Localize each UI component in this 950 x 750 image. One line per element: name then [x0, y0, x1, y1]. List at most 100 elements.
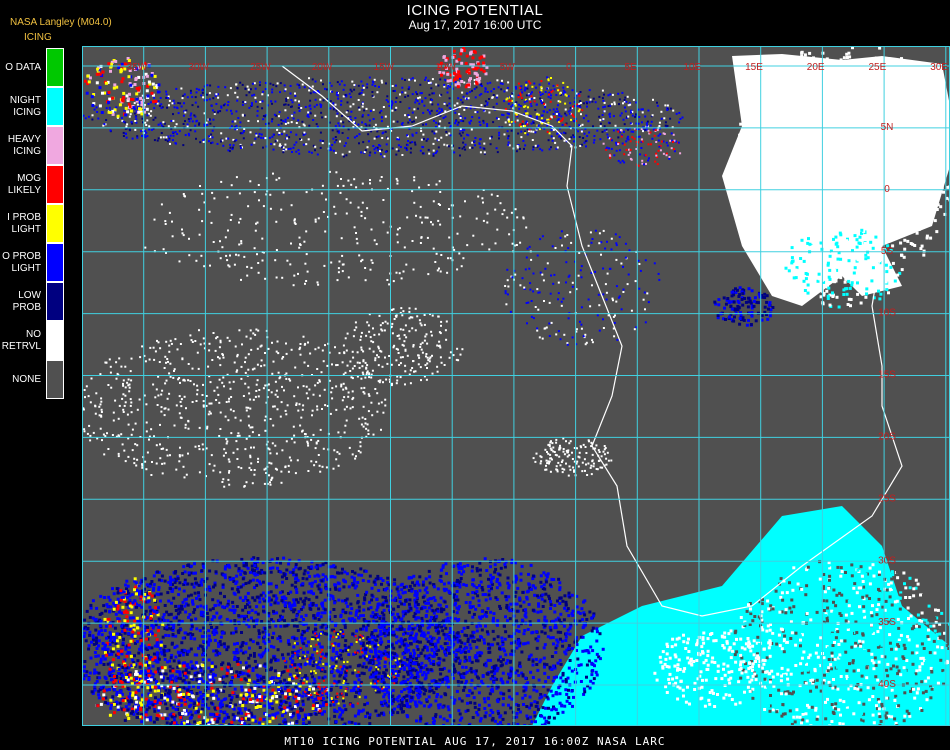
- cloud-pixel: [364, 651, 368, 655]
- cloud-pixel: [357, 616, 361, 620]
- legend-label-line: NO: [26, 328, 41, 340]
- cloud-pixel: [324, 587, 328, 591]
- cloud-pixel: [915, 231, 919, 235]
- cloud-pixel: [933, 629, 937, 633]
- cloud-pixel: [861, 146, 865, 150]
- cloud-pixel: [830, 596, 834, 600]
- cloud-pixel: [315, 595, 319, 599]
- cloud-pixel: [793, 79, 797, 83]
- cloud-pixel: [902, 643, 906, 647]
- cloud-pixel: [233, 651, 237, 655]
- cloud-pixel: [887, 582, 891, 586]
- cloud-pixel: [104, 609, 108, 613]
- cloud-pixel: [845, 674, 849, 678]
- cloud-pixel: [256, 612, 260, 616]
- cloud-pixel: [462, 626, 466, 630]
- cloud-pixel: [777, 633, 781, 637]
- cloud-pixel: [917, 211, 921, 215]
- cloud-pixel: [191, 633, 195, 637]
- cloud-pixel: [170, 601, 173, 605]
- cloud-pixel: [887, 74, 891, 78]
- cloud-pixel: [507, 703, 510, 707]
- cloud-pixel: [850, 574, 854, 578]
- cloud-pixel: [781, 223, 785, 227]
- cloud-pixel: [267, 702, 271, 706]
- cloud-pixel: [862, 702, 866, 706]
- cloud-pixel: [784, 692, 788, 696]
- cloud-pixel: [172, 616, 176, 620]
- cloud-pixel: [836, 107, 840, 111]
- cloud-pixel: [787, 161, 791, 165]
- cloud-pixel: [767, 307, 770, 311]
- cloud-pixel: [241, 641, 245, 644]
- cloud-pixel: [754, 660, 757, 663]
- legend-label: NO RETRVL: [0, 321, 41, 360]
- cloud-pixel: [480, 679, 484, 683]
- cloud-pixel: [181, 679, 185, 683]
- cloud-pixel: [915, 203, 919, 207]
- cloud-pixel: [859, 183, 863, 187]
- cloud-pixel: [319, 645, 323, 649]
- cloud-pixel: [930, 215, 934, 218]
- cloud-pixel: [722, 296, 726, 300]
- cloud-pixel: [313, 647, 316, 651]
- cloud-pixel: [912, 229, 916, 233]
- cloud-pixel: [95, 606, 99, 610]
- cloud-pixel: [867, 83, 871, 87]
- cloud-pixel: [780, 142, 784, 146]
- cloud-pixel: [795, 281, 799, 284]
- cloud-pixel: [379, 629, 383, 633]
- cloud-pixel: [870, 623, 873, 627]
- cloud-pixel: [899, 633, 903, 637]
- cloud-pixel: [869, 240, 873, 244]
- cloud-pixel: [810, 256, 814, 260]
- cloud-pixel: [870, 652, 874, 656]
- cloud-pixel: [218, 652, 222, 655]
- cloud-pixel: [852, 600, 856, 604]
- cloud-pixel: [842, 700, 846, 704]
- cloud-pixel: [904, 586, 908, 590]
- cloud-pixel: [165, 649, 169, 653]
- cloud-pixel: [231, 605, 235, 609]
- cloud-pixel: [902, 666, 906, 670]
- cloud-pixel: [295, 642, 299, 646]
- cloud-pixel: [733, 631, 737, 635]
- cloud-pixel: [768, 99, 772, 103]
- cloud-pixel: [799, 638, 802, 642]
- cloud-pixel: [783, 111, 787, 115]
- cloud-pixel: [761, 658, 765, 662]
- cloud-pixel: [701, 650, 704, 654]
- cloud-pixel: [840, 165, 844, 169]
- cloud-pixel: [321, 573, 325, 577]
- cloud-pixel: [826, 619, 829, 623]
- cloud-pixel: [113, 626, 117, 630]
- cloud-pixel: [521, 696, 525, 700]
- cloud-pixel: [344, 708, 348, 712]
- cloud-pixel: [118, 701, 122, 705]
- legend-swatch: [46, 87, 64, 126]
- cloud-pixel: [312, 614, 316, 618]
- cloud-pixel: [253, 659, 257, 663]
- cloud-pixel: [762, 194, 766, 198]
- cloud-pixel: [95, 647, 99, 650]
- cloud-pixel: [871, 266, 875, 270]
- cloud-pixel: [678, 686, 682, 690]
- cloud-pixel: [923, 152, 927, 156]
- cloud-pixel: [827, 666, 831, 670]
- cloud-pixel: [250, 557, 254, 561]
- cloud-pixel: [778, 610, 782, 614]
- cloud-pixel: [329, 594, 333, 598]
- cloud-pixel: [788, 709, 792, 713]
- cloud-pixel: [161, 615, 165, 619]
- cloud-pixel: [816, 664, 820, 668]
- cloud-pixel: [849, 298, 853, 301]
- cloud-pixel: [180, 641, 184, 645]
- cloud-pixel: [163, 653, 167, 657]
- cloud-pixel: [706, 667, 710, 671]
- cloud-pixel: [281, 653, 284, 657]
- cloud-pixel: [226, 645, 230, 649]
- cloud-pixel: [333, 615, 337, 618]
- cloud-pixel: [766, 317, 770, 321]
- cloud-pixel: [827, 586, 831, 590]
- cloud-pixel: [664, 657, 668, 661]
